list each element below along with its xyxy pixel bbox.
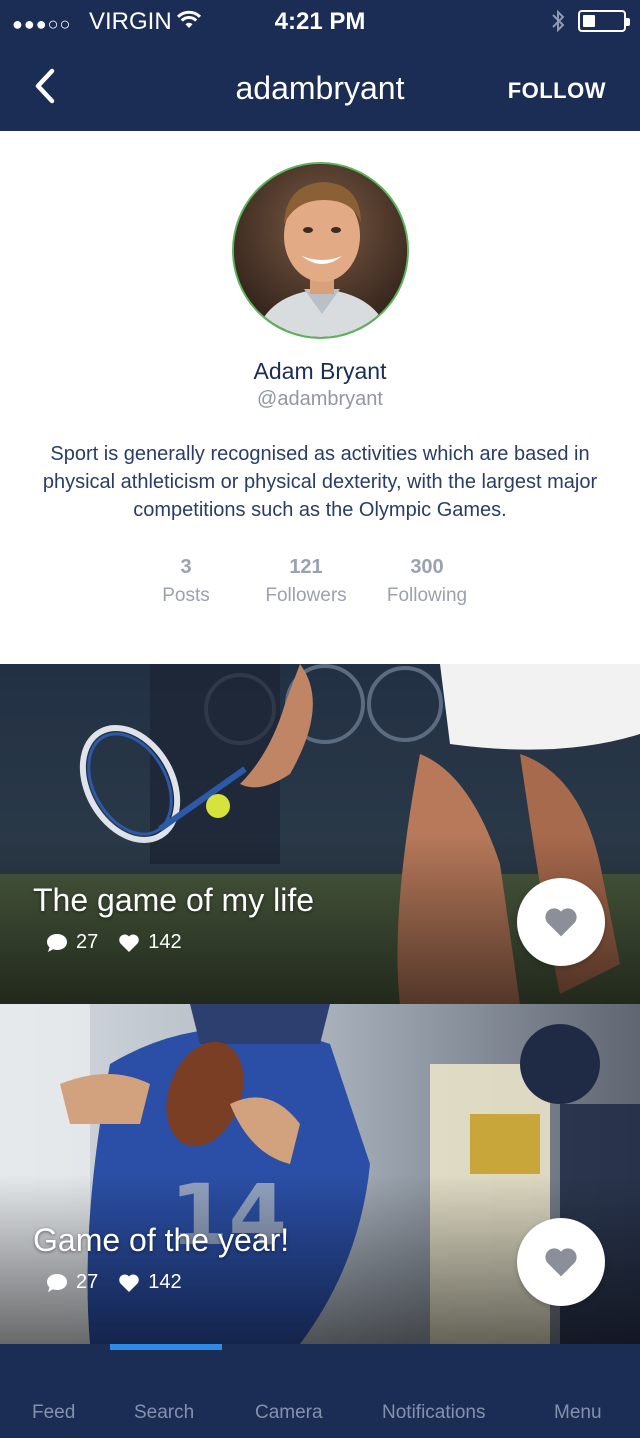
status-bar: ●●●○○ VIRGIN 4:21 PM	[0, 0, 640, 44]
tab-camera[interactable]: Camera	[255, 1402, 323, 1424]
comment-icon	[47, 1273, 67, 1292]
tab-bar: Feed Search Camera Notifications Menu	[0, 1344, 640, 1438]
tab-menu[interactable]: Menu	[554, 1402, 602, 1424]
likes-count[interactable]: 142	[118, 931, 182, 954]
profile-bio: Sport is generally recognised as activit…	[42, 443, 598, 521]
avatar	[232, 162, 409, 339]
post-card[interactable]: 14 Game of the year! 27 142	[0, 1004, 640, 1344]
tab-search[interactable]: Search	[134, 1402, 194, 1424]
heart-icon	[545, 1248, 577, 1277]
stat-value: 3	[180, 556, 192, 578]
like-button[interactable]	[517, 1218, 605, 1306]
tab-feed[interactable]: Feed	[32, 1402, 75, 1424]
tab-notifications[interactable]: Notifications	[382, 1402, 486, 1424]
comments-count-value: 27	[76, 1271, 99, 1293]
comments-count[interactable]: 27	[46, 1271, 98, 1294]
top-bar: ●●●○○ VIRGIN 4:21 PM adambryant FOLLOW	[0, 0, 640, 131]
heart-icon	[119, 1273, 140, 1292]
battery-icon	[578, 10, 630, 32]
likes-count-value: 142	[148, 1271, 182, 1293]
post-meta: 27 142	[46, 1271, 202, 1294]
post-card[interactable]: The game of my life 27 142	[0, 664, 640, 1004]
follow-button[interactable]: FOLLOW	[508, 78, 606, 104]
like-button[interactable]	[517, 878, 605, 966]
active-tab-indicator	[110, 1344, 222, 1350]
stat-posts[interactable]: 3 Posts	[116, 556, 256, 607]
clock: 4:21 PM	[274, 8, 366, 35]
stat-following[interactable]: 300 Following	[357, 556, 497, 607]
profile-name: Adam Bryant	[253, 358, 387, 384]
heart-icon	[545, 908, 577, 937]
stat-followers[interactable]: 121 Followers	[236, 556, 376, 607]
comments-count[interactable]: 27	[46, 931, 98, 954]
likes-count[interactable]: 142	[118, 1271, 182, 1294]
heart-icon	[119, 933, 140, 952]
stat-label: Posts	[162, 585, 210, 606]
post-title: Game of the year!	[33, 1222, 290, 1258]
stat-value: 121	[289, 556, 323, 578]
post-title: The game of my life	[33, 882, 314, 918]
profile-handle: @adambryant	[257, 388, 383, 410]
stat-value: 300	[410, 556, 444, 578]
stat-label: Following	[386, 585, 468, 606]
bluetooth-icon	[550, 9, 566, 39]
comments-count-value: 27	[76, 931, 99, 953]
comment-icon	[47, 933, 67, 952]
post-meta: 27 142	[46, 931, 202, 954]
stat-label: Followers	[265, 585, 347, 606]
likes-count-value: 142	[148, 931, 182, 953]
